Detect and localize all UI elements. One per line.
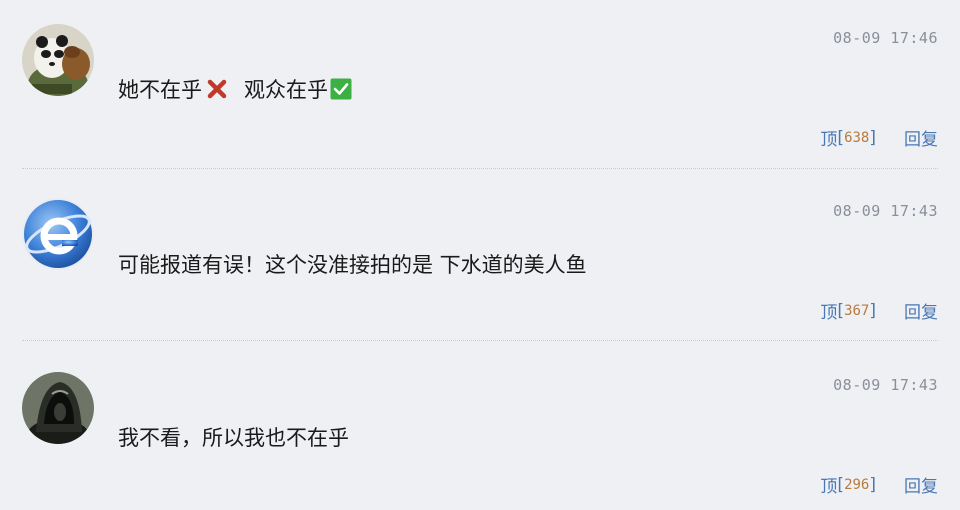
like-button[interactable]: 顶[638]	[820, 125, 876, 151]
comment-timestamp: 08-09 17:46	[833, 29, 938, 47]
panda-avatar-icon	[22, 24, 94, 96]
like-label: 顶	[820, 477, 838, 497]
bracket-open: [	[837, 474, 845, 495]
bracket-close: ]	[869, 127, 876, 148]
check-mark-icon	[330, 78, 352, 100]
comment-timestamp: 08-09 17:43	[833, 202, 938, 220]
bracket-close: ]	[869, 300, 876, 321]
like-label: 顶	[820, 130, 838, 150]
like-button[interactable]: 顶[367]	[820, 298, 876, 324]
like-button[interactable]: 顶[296]	[820, 472, 876, 498]
like-label: 顶	[820, 303, 838, 323]
comment-actions: 顶[638] 回复	[820, 125, 938, 151]
avatar[interactable]	[22, 372, 94, 444]
bracket-close: ]	[869, 474, 876, 495]
reply-button[interactable]: 回复	[904, 298, 938, 323]
comment-item: 08-09 17:43 我不看，所以我也不在乎 顶[296] 回复	[0, 340, 960, 510]
hooded-figure-avatar-icon	[22, 372, 94, 444]
comment-text: 可能报道有误！这个没准接拍的是 下水道的美人鱼	[118, 253, 587, 277]
reply-button[interactable]: 回复	[904, 472, 938, 497]
like-count: 296	[844, 476, 870, 493]
avatar[interactable]	[22, 24, 94, 96]
reply-button[interactable]: 回复	[904, 125, 938, 150]
comment-actions: 顶[367] 回复	[820, 298, 938, 324]
comment-text-part: 她不在乎	[118, 78, 202, 102]
bracket-open: [	[837, 300, 845, 321]
bracket-open: [	[837, 127, 845, 148]
avatar[interactable]	[22, 198, 94, 270]
comment-text: 我不看，所以我也不在乎	[118, 426, 349, 450]
comment-item: 08-09 17:43 可能报道有误！这个没准接拍的是 下水道的美人鱼 顶[36…	[0, 170, 960, 340]
like-count: 367	[844, 302, 870, 319]
cross-mark-icon	[206, 78, 228, 100]
comment-item: 08-09 17:46 她不在乎 观众在乎 顶[638] 回复	[0, 0, 960, 170]
comment-text: 她不在乎 观众在乎	[118, 74, 352, 104]
comment-timestamp: 08-09 17:43	[833, 376, 938, 394]
divider	[22, 168, 938, 169]
comment-actions: 顶[296] 回复	[820, 472, 938, 498]
comment-text-part: 观众在乎	[244, 78, 328, 102]
like-count: 638	[844, 129, 870, 146]
ie-browser-avatar-icon	[22, 198, 94, 270]
